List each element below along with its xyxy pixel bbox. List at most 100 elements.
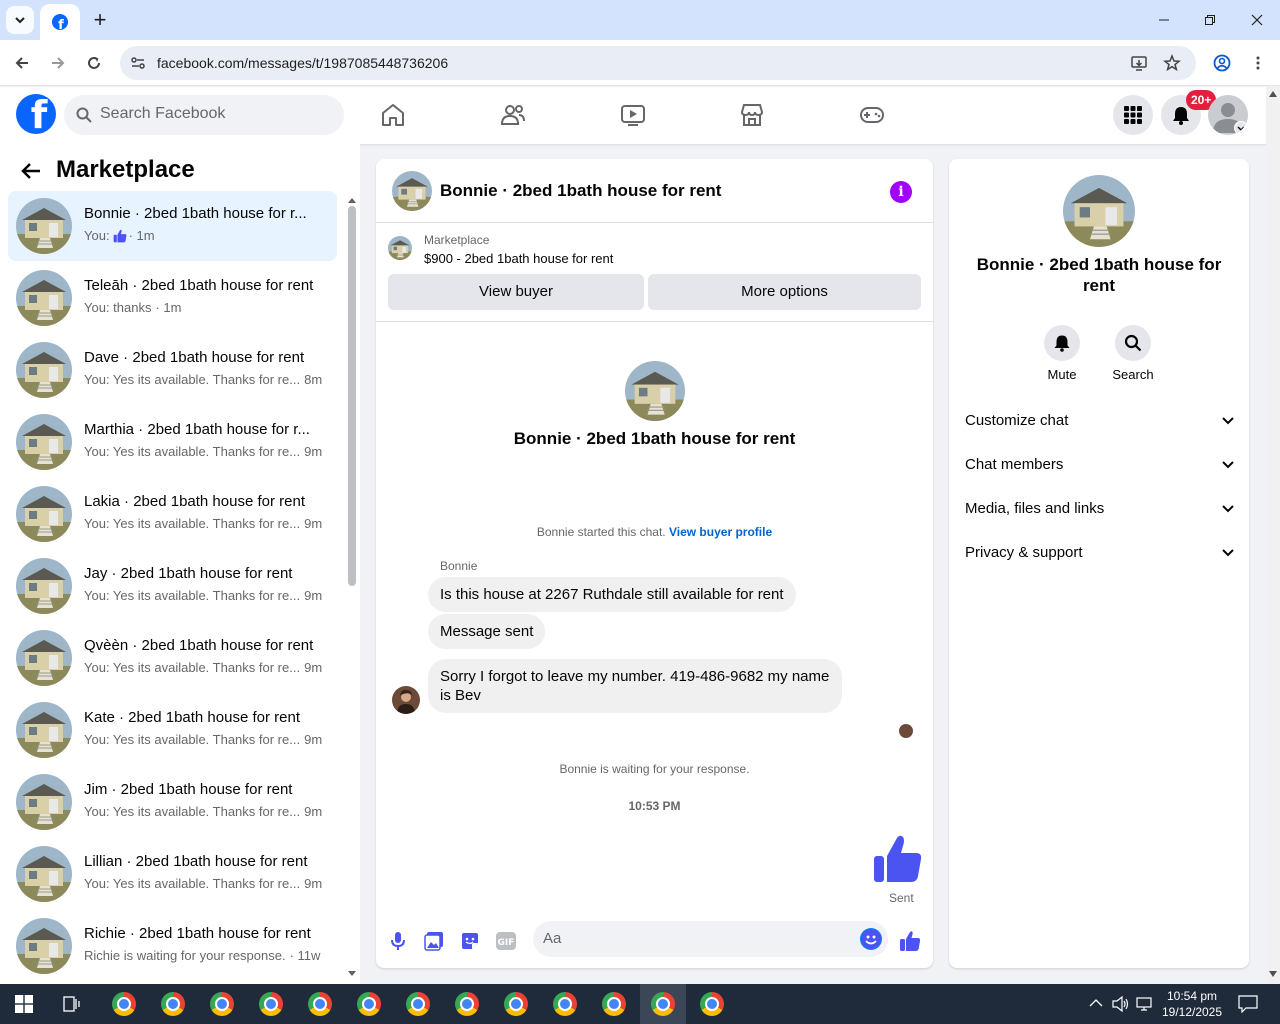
conversation-item[interactable]: Teleāh · 2bed 1bath house for rent You: t… — [8, 263, 337, 333]
reload-button[interactable] — [80, 49, 108, 77]
taskbar-chrome-window[interactable] — [257, 990, 285, 1018]
conversation-item[interactable]: Jim · 2bed 1bath house for rent You: Yes … — [8, 767, 337, 837]
chat-thumbnail[interactable] — [392, 171, 432, 211]
address-bar[interactable]: facebook.com/messages/t/1987085448736206 — [120, 46, 1196, 80]
taskbar-chrome-window[interactable] — [306, 990, 334, 1018]
facebook-search[interactable] — [64, 95, 344, 135]
page-scrollbar[interactable] — [1266, 87, 1280, 984]
conversation-item[interactable]: Dave · 2bed 1bath house for rent You: Yes… — [8, 335, 337, 405]
url-text[interactable]: facebook.com/messages/t/1987085448736206 — [157, 55, 448, 71]
sticker-icon[interactable] — [459, 930, 481, 952]
gif-icon[interactable]: GIF — [495, 930, 517, 952]
install-app-icon[interactable] — [1130, 54, 1148, 72]
taskbar-chrome-window[interactable] — [502, 990, 530, 1018]
conversation-item[interactable]: Lakia · 2bed 1bath house for rent You: Ye… — [8, 479, 337, 549]
arrow-left-icon — [15, 57, 28, 69]
section-media-files-links[interactable]: Media, files and links — [965, 490, 1235, 526]
nav-friends[interactable] — [499, 101, 527, 129]
taskbar-chrome-window[interactable] — [110, 990, 138, 1018]
chat-title[interactable]: Bonnie · 2bed 1bath house for rent — [440, 181, 721, 201]
conversation-item[interactable]: Qvèèn · 2bed 1bath house for rent You: Ye… — [8, 623, 337, 693]
listing-title[interactable]: $900 - 2bed 1bath house for rent — [424, 251, 613, 266]
sent-like-icon[interactable] — [873, 834, 923, 891]
conversation-item[interactable]: Kate · 2bed 1bath house for rent You: Yes… — [8, 695, 337, 765]
chrome-icon — [210, 992, 234, 1016]
forward-button[interactable] — [44, 49, 72, 77]
taskbar-chrome-window[interactable] — [453, 990, 481, 1018]
profile-button[interactable] — [1208, 49, 1236, 77]
view-buyer-profile-link[interactable]: View buyer profile — [669, 525, 772, 539]
site-settings-icon[interactable] — [130, 55, 146, 71]
minimize-button[interactable] — [1150, 6, 1178, 34]
start-button[interactable] — [10, 990, 38, 1018]
taskbar-chrome-window[interactable] — [698, 990, 726, 1018]
system-clock[interactable]: 10:54 pm 19/12/2025 — [1160, 988, 1224, 1020]
tab-search-button[interactable] — [6, 6, 34, 34]
notification-center-icon[interactable] — [1238, 995, 1258, 1013]
sender-avatar[interactable] — [392, 686, 420, 714]
conversation-item[interactable]: Jay · 2bed 1bath house for rent You: Yes … — [8, 551, 337, 621]
scroll-up-icon[interactable] — [347, 196, 357, 204]
list-scrollbar[interactable] — [346, 196, 356, 976]
preview-text: You: Yes its available. Thanks for re... — [84, 804, 301, 819]
emoji-icon[interactable] — [860, 928, 882, 950]
account-avatar[interactable] — [1208, 95, 1248, 135]
taskbar-chrome-window[interactable] — [600, 990, 628, 1018]
search-in-chat-button[interactable] — [1115, 325, 1151, 361]
browser-tab-facebook[interactable]: f — [40, 4, 80, 40]
browser-menu-button[interactable] — [1244, 49, 1272, 77]
section-customize-chat[interactable]: Customize chat — [965, 402, 1235, 438]
attach-photo-icon[interactable] — [423, 930, 445, 952]
conversation-item[interactable]: Bonnie · 2bed 1bath house for r... You: · … — [8, 191, 337, 261]
more-options-button[interactable]: More options — [648, 274, 921, 310]
message-bubble[interactable]: Is this house at 2267 Ruthdale still ava… — [428, 577, 796, 612]
search-input[interactable] — [100, 105, 330, 123]
conversation-item[interactable]: Richie · 2bed 1bath house for rent Richie… — [8, 911, 337, 981]
search-action[interactable]: Search — [1098, 325, 1168, 382]
restore-button[interactable] — [1196, 6, 1224, 34]
taskbar-chrome-window[interactable] — [404, 990, 432, 1018]
send-like-icon[interactable] — [899, 930, 921, 952]
scroll-up-icon[interactable] — [1269, 91, 1277, 97]
message-bubble[interactable]: Message sent — [428, 614, 546, 649]
back-button[interactable] — [20, 160, 42, 187]
menu-button[interactable] — [1113, 95, 1153, 135]
mute-button[interactable] — [1044, 325, 1080, 361]
taskbar-chrome-window[interactable] — [551, 990, 579, 1018]
chevron-up-icon[interactable] — [1089, 998, 1103, 1008]
back-button[interactable] — [8, 49, 36, 77]
taskbar-chrome-window[interactable] — [355, 990, 383, 1018]
conversation-item[interactable]: Marthia · 2bed 1bath house for r... You: … — [8, 407, 337, 477]
scrollbar-thumb[interactable] — [348, 206, 356, 586]
taskbar-chrome-window[interactable] — [159, 990, 187, 1018]
section-chat-members[interactable]: Chat members — [965, 446, 1235, 482]
conversation-item[interactable]: Lillian · 2bed 1bath house for rent You: … — [8, 839, 337, 909]
message-bubble[interactable]: Sorry I forgot to leave my number. 419-4… — [428, 659, 842, 713]
bookmark-star-icon[interactable] — [1163, 54, 1181, 72]
task-view-button[interactable] — [58, 990, 86, 1018]
section-privacy-support[interactable]: Privacy & support — [965, 534, 1235, 570]
nav-video[interactable] — [619, 101, 647, 129]
info-avatar[interactable] — [1063, 175, 1135, 247]
facebook-logo-icon[interactable]: f — [16, 94, 56, 134]
message-input[interactable] — [543, 930, 843, 947]
nav-marketplace[interactable] — [738, 101, 766, 129]
voice-clip-icon[interactable] — [387, 930, 409, 952]
network-icon[interactable] — [1136, 996, 1154, 1012]
message-input-box[interactable] — [533, 921, 888, 957]
nav-gaming[interactable] — [858, 101, 886, 129]
account-chevron[interactable] — [1234, 121, 1248, 135]
listing-thumbnail[interactable] — [388, 236, 412, 260]
new-tab-button[interactable]: + — [88, 7, 112, 32]
info-icon[interactable]: i — [890, 181, 912, 203]
mute-action[interactable]: Mute — [1027, 325, 1097, 382]
close-window-button[interactable] — [1243, 6, 1271, 34]
view-buyer-button[interactable]: View buyer — [388, 274, 644, 310]
scroll-down-icon[interactable] — [1269, 971, 1277, 977]
volume-icon[interactable] — [1112, 996, 1130, 1012]
nav-home[interactable] — [379, 101, 407, 129]
scroll-down-icon[interactable] — [347, 970, 357, 978]
task-view-icon — [63, 996, 80, 1012]
taskbar-chrome-window[interactable] — [208, 990, 236, 1018]
taskbar-chrome-window[interactable] — [649, 990, 677, 1018]
